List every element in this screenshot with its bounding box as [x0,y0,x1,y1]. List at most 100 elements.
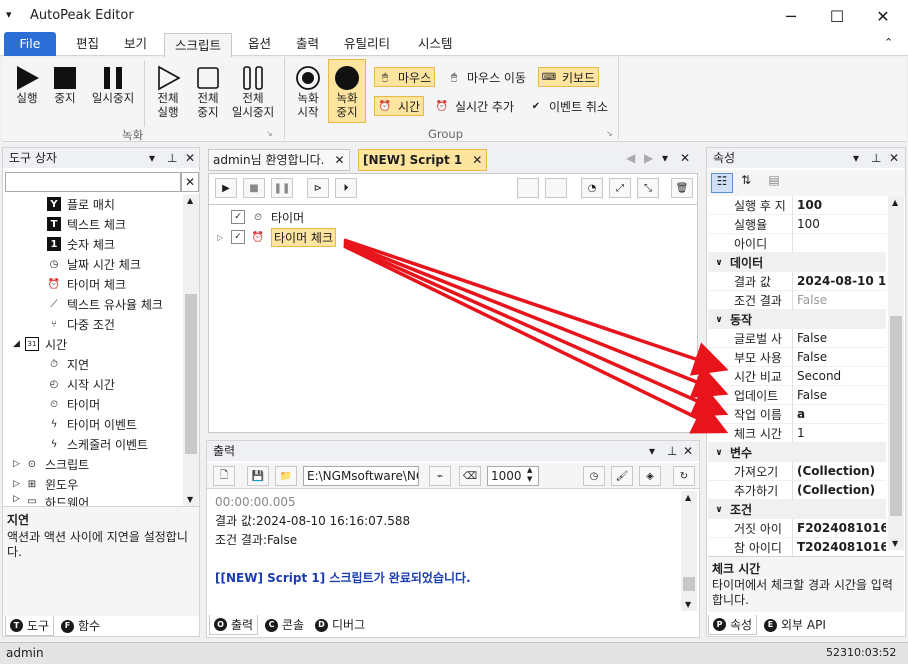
pause-button[interactable]: 일시중지 [88,65,138,105]
collapse-icon[interactable]: ∨ [708,448,730,458]
menu-file[interactable]: File [4,32,56,56]
close-icon[interactable]: ✕ [889,148,899,168]
property-category[interactable]: ∨ 조건 [708,500,886,519]
menu-view[interactable]: 보기 [114,32,157,56]
property-category[interactable]: ∨ 데이터 [708,253,886,272]
dropdown-icon[interactable]: ▾ [149,148,155,168]
collapse-icon[interactable]: ⤡ [637,178,659,198]
run-all-button[interactable]: 전체 실행 [150,65,186,119]
menu-edit[interactable]: 편집 [66,32,109,56]
menu-script[interactable]: 스크립트 [164,33,233,57]
save-icon[interactable]: 💾 [247,466,269,486]
tree-category-window[interactable]: ▷ ⊞ 윈도우 [13,474,78,494]
dropdown-icon[interactable]: ▾ [662,151,668,165]
property-row[interactable]: 업데이트 False [708,385,886,405]
property-row[interactable]: 가져오기 (Collection) [708,461,886,481]
property-category[interactable]: ∨ 동작 [708,310,886,329]
tree-item[interactable]: ϟ 스케줄러 이벤트 [47,434,148,454]
tab-script-1[interactable]: [NEW] Script 1 ✕ [358,149,488,171]
pause-all-button[interactable]: 전체 일시중지 [228,65,278,119]
close-icon[interactable]: ✕ [334,151,344,169]
hamburger-icon[interactable]: ▾ [6,8,12,21]
tree-item[interactable]: 1 숫자 체크 [47,234,115,254]
tab-welcome[interactable]: admin님 환영합니다. ✕ [208,149,350,171]
expand-icon[interactable]: ▷ [13,459,25,469]
script-node-timer-check[interactable]: ▷ ✓ ⏰ 타이머 체크 [217,227,337,247]
sort-alpha-icon[interactable]: ⇅ [735,173,757,193]
dropdown-icon[interactable]: ▾ [853,148,859,168]
categorized-icon[interactable]: ☷ [711,173,733,193]
dialog-launcher-icon[interactable]: ↘ [266,129,273,138]
tab-console[interactable]: C 콘솔 [261,615,308,635]
dialog-launcher-icon[interactable]: ↘ [606,129,613,138]
expand-icon[interactable]: ⤢ [609,178,631,198]
tree-category-hardware[interactable]: ▷ ▭ 하드웨어 [13,494,89,506]
stop-all-button[interactable]: 전체 중지 [190,65,226,119]
run-script-button[interactable]: ▶ [215,178,237,198]
step-end-button[interactable]: ⏵ [335,178,357,198]
property-row[interactable]: 글로벌 사 False [708,328,886,348]
property-row[interactable]: 실행 후 지 100 [708,195,886,215]
close-icon[interactable]: ✕ [185,148,195,168]
property-row[interactable]: 실행율 100 [708,214,886,234]
property-row[interactable]: 조건 결과 False [708,290,886,310]
properties-scrollbar[interactable]: ▲ ▼ [888,196,904,550]
new-log-icon[interactable]: 🗋 [213,466,235,486]
clock-icon[interactable]: ◷ [583,466,605,486]
log-path-input[interactable]: E:\NGMsoftware\NG [303,466,419,486]
scroll-left-icon[interactable]: ◀ [626,151,635,165]
keyboard-button[interactable]: ⌨ 키보드 [538,67,600,87]
property-row[interactable]: 체크 시간 1 [708,423,886,443]
tree-category-script[interactable]: ▷ ⊙ 스크립트 [13,454,89,474]
tab-debug[interactable]: D 디버그 [311,615,369,635]
property-row[interactable]: 참 아이디T2024081016062 [708,537,886,557]
scroll-right-icon[interactable]: ▶ [644,151,653,165]
pin-icon[interactable]: ⊥ [167,148,177,168]
mouse-button[interactable]: 🖱 마우스 [374,67,436,87]
collapse-icon[interactable]: ∨ [708,315,730,325]
menu-options[interactable]: 옵션 [238,32,281,56]
record-start-button[interactable]: 녹화 시작 [290,65,326,119]
checkbox[interactable]: ✓ [231,210,245,224]
close-icon[interactable]: ✕ [683,441,693,461]
stop-button[interactable]: 중지 [48,65,82,105]
tree-item[interactable]: ⟋ 텍스트 유사율 체크 [47,294,163,314]
close-icon[interactable]: ✕ [472,151,482,169]
maximize-button[interactable]: ☐ [814,0,860,32]
tree-category-time[interactable]: ◢ 31 시간 [13,334,67,354]
realtime-add-button[interactable]: ⏰ 실시간 추가 [432,96,517,116]
minimize-button[interactable]: ─ [768,0,814,32]
collapse-icon[interactable]: ∨ [708,258,730,268]
toolbox-search-input[interactable] [5,172,181,192]
brush-icon[interactable]: 🖌 [611,466,633,486]
eraser-icon[interactable]: ⌫ [459,466,481,486]
pin-icon[interactable]: ⊥ [667,441,677,461]
folder-icon[interactable]: 📁 [275,466,297,486]
collapse-ribbon-icon[interactable]: ⌃ [884,36,893,49]
tree-item[interactable]: ⏲ 타이머 [47,394,100,414]
step-button[interactable]: ⊳ [307,178,329,198]
collapse-icon[interactable]: ∨ [708,505,730,515]
tree-item[interactable]: T 텍스트 체크 [47,214,126,234]
spinner-icon[interactable]: ▲ ▼ [527,466,532,484]
property-category[interactable]: ∨ 변수 [708,443,886,462]
property-row[interactable]: 아이디 [708,233,886,253]
checkbox[interactable]: ✓ [231,230,245,244]
script-node-timer[interactable]: ✓ ⏲ 타이머 [231,207,304,227]
close-button[interactable]: ✕ [860,0,906,32]
dropdown-icon[interactable]: ▾ [649,441,655,461]
property-row[interactable]: 시간 비교 Second [708,366,886,386]
expand-icon[interactable]: ▷ [217,233,231,242]
menu-output[interactable]: 출력 [286,32,329,56]
run-button[interactable]: 실행 [10,65,44,105]
tree-item[interactable]: ◷ 날짜 시간 체크 [47,254,141,274]
refresh-icon[interactable]: ↻ [673,466,695,486]
delete-icon[interactable]: 🗑 [671,178,693,198]
record-stop-button[interactable]: 녹화 중지 [328,59,366,123]
tab-output[interactable]: O 출력 [209,615,259,635]
property-row[interactable]: 부모 사용 False [708,347,886,367]
blank-button[interactable] [545,178,567,198]
tab-functions[interactable]: F 함수 [57,616,104,636]
property-row[interactable]: 추가하기 (Collection) [708,480,886,500]
menu-utility[interactable]: 유틸리티 [334,32,400,56]
